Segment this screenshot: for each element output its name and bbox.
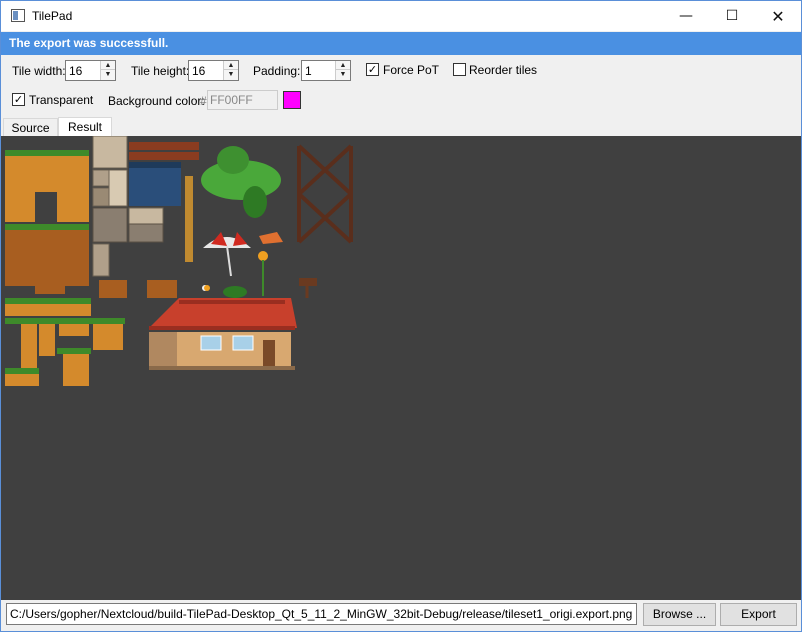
tile-height-value: 16 bbox=[192, 64, 206, 78]
export-button[interactable]: Export bbox=[720, 603, 797, 626]
spin-up-icon[interactable]: ▲ bbox=[101, 61, 115, 70]
footer-bar: C:/Users/gopher/Nextcloud/build-TilePad-… bbox=[1, 601, 801, 631]
status-banner: The export was successfull. bbox=[1, 32, 801, 55]
palm-tree-tile bbox=[201, 146, 281, 218]
transparent-label[interactable]: Transparent bbox=[29, 93, 93, 107]
spin-down-icon[interactable]: ▼ bbox=[101, 70, 115, 79]
result-canvas bbox=[1, 136, 801, 600]
force-pot-label[interactable]: Force PoT bbox=[383, 63, 439, 77]
app-icon bbox=[11, 9, 25, 22]
maximize-button[interactable]: ☐ bbox=[709, 1, 755, 31]
tile-height-arrows[interactable]: ▲ ▼ bbox=[223, 61, 238, 80]
padding-spinbox[interactable]: 1 ▲ ▼ bbox=[301, 60, 351, 81]
title-bar[interactable]: TilePad — ☐ ✕ bbox=[1, 1, 801, 31]
spin-up-icon[interactable]: ▲ bbox=[336, 61, 350, 70]
browse-button[interactable]: Browse ... bbox=[643, 603, 716, 626]
bg-color-swatch[interactable] bbox=[283, 91, 301, 109]
tilepad-window: TilePad — ☐ ✕ The export was successfull… bbox=[0, 0, 802, 632]
scaffold-tile bbox=[297, 144, 353, 244]
tile-width-spinbox[interactable]: 16 ▲ ▼ bbox=[65, 60, 116, 81]
bridge-water-tiles bbox=[129, 142, 199, 262]
tile-width-arrows[interactable]: ▲ ▼ bbox=[100, 61, 115, 80]
reorder-tiles-label[interactable]: Reorder tiles bbox=[469, 63, 537, 77]
bg-color-hash: # bbox=[200, 94, 207, 108]
transparent-checkbox[interactable]: ✓ bbox=[12, 93, 25, 106]
bg-color-field[interactable]: FF00FF bbox=[207, 90, 278, 110]
spin-up-icon[interactable]: ▲ bbox=[224, 61, 238, 70]
tile-width-label: Tile width: bbox=[12, 64, 66, 78]
window-title: TilePad bbox=[32, 9, 73, 23]
spin-down-icon[interactable]: ▼ bbox=[224, 70, 238, 79]
minimize-button[interactable]: — bbox=[663, 1, 709, 31]
export-path-input[interactable]: C:/Users/gopher/Nextcloud/build-TilePad-… bbox=[6, 603, 637, 625]
tile-width-value: 16 bbox=[69, 64, 83, 78]
tile-height-label: Tile height: bbox=[131, 64, 190, 78]
padding-arrows[interactable]: ▲ ▼ bbox=[335, 61, 350, 80]
tab-source[interactable]: Source bbox=[3, 118, 58, 137]
bg-color-label: Background color: bbox=[108, 94, 205, 108]
tile-height-spinbox[interactable]: 16 ▲ ▼ bbox=[188, 60, 239, 81]
spin-down-icon[interactable]: ▼ bbox=[336, 70, 350, 79]
force-pot-checkbox[interactable]: ✓ bbox=[366, 63, 379, 76]
house-tile bbox=[149, 298, 297, 370]
tileset-preview bbox=[5, 136, 353, 386]
tab-result[interactable]: Result bbox=[58, 117, 112, 137]
padding-value: 1 bbox=[305, 64, 312, 78]
padding-label: Padding: bbox=[253, 64, 301, 78]
close-button[interactable]: ✕ bbox=[755, 1, 801, 31]
reorder-tiles-checkbox[interactable] bbox=[453, 63, 466, 76]
